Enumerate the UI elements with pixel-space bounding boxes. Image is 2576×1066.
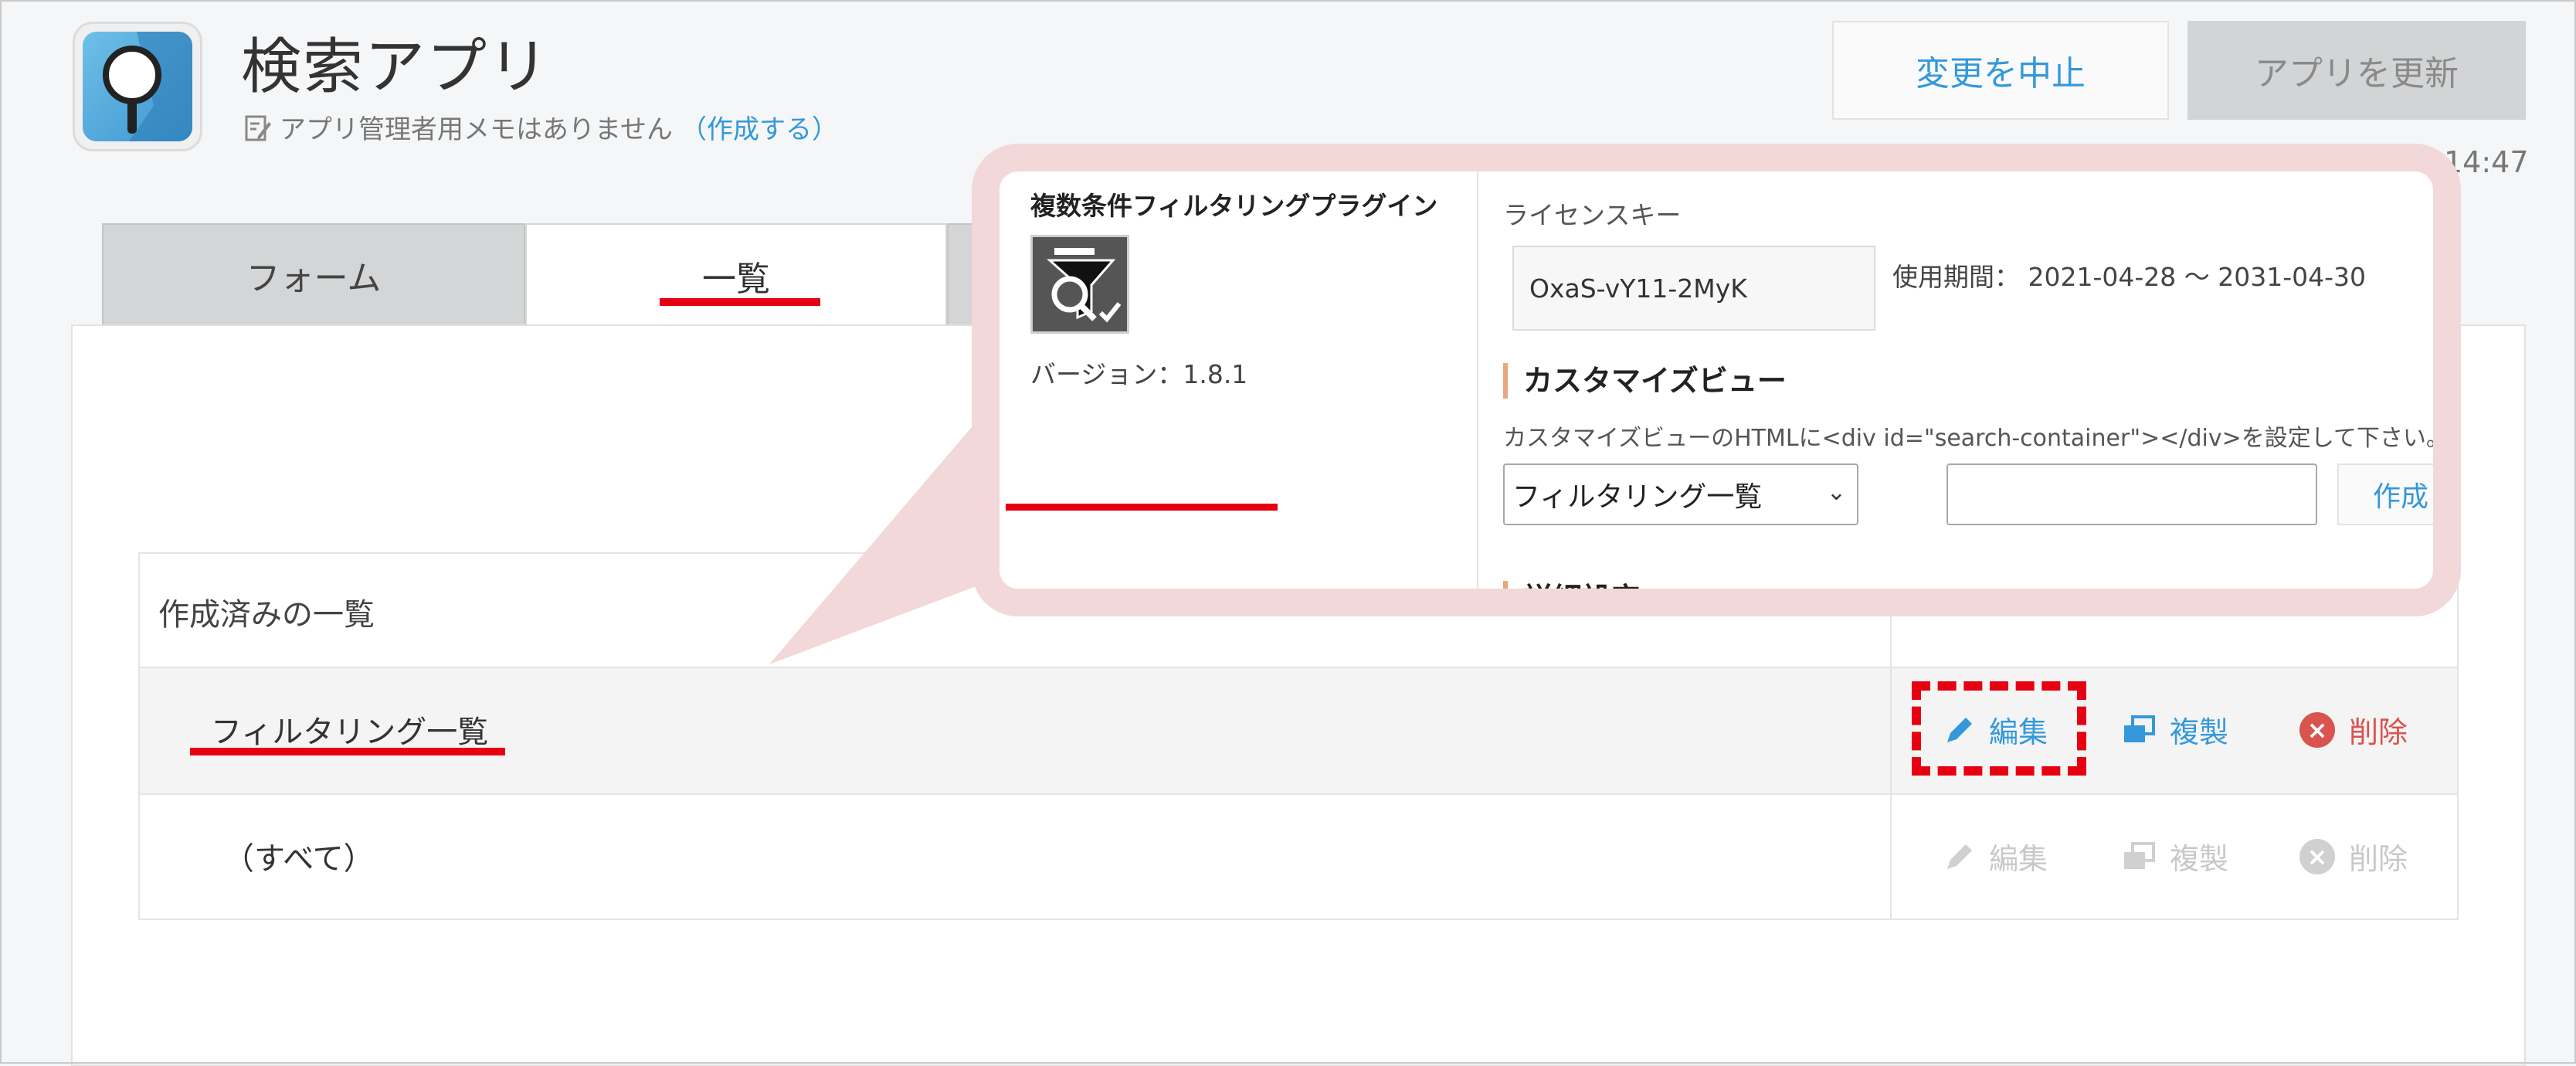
tab-form[interactable]: フォーム bbox=[102, 223, 525, 326]
view-select-value: フィルタリング一覧 bbox=[1512, 481, 1763, 513]
delete-button-disabled: × 削除 bbox=[2299, 835, 2408, 878]
plugin-name: 複数条件フィルタリングプラグイン bbox=[1030, 191, 1438, 221]
cancel-changes-button[interactable]: 変更を中止 bbox=[1832, 21, 2169, 120]
copy-button-disabled: 複製 bbox=[2122, 835, 2228, 878]
delete-label: 削除 bbox=[2349, 715, 2408, 749]
app-icon bbox=[73, 22, 202, 151]
delete-label: 削除 bbox=[2349, 842, 2408, 876]
license-key-field[interactable]: OxaS-vY11-2MyK bbox=[1512, 246, 1875, 331]
pencil-icon bbox=[1947, 844, 1972, 869]
copy-icon bbox=[2124, 841, 2155, 869]
copy-label: 複製 bbox=[2170, 842, 2229, 876]
view-name-input[interactable] bbox=[1946, 463, 2317, 525]
view-select[interactable]: フィルタリング一覧 ⌄ bbox=[1503, 463, 1858, 525]
copy-icon bbox=[2124, 715, 2155, 742]
copy-label: 複製 bbox=[2170, 715, 2229, 749]
magnifier-icon bbox=[103, 32, 192, 141]
table-row[interactable]: フィルタリング一覧 編集 複製 × 削除 bbox=[140, 668, 2457, 795]
custom-view-description: カスタマイズビューのHTMLに<div id="search-container… bbox=[1503, 425, 2449, 452]
view-name: フィルタリング一覧 bbox=[211, 715, 489, 750]
plugin-settings-callout: 複数条件フィルタリングプラグイン バージョン：1.8.1 ライセンスキー Oxa… bbox=[972, 144, 2461, 616]
table-row[interactable]: （すべて） 編集 複製 × 削除 bbox=[140, 795, 2457, 920]
license-key-label: ライセンスキー bbox=[1503, 200, 1682, 230]
memo-row: アプリ管理者用メモはありません （作成する） bbox=[244, 108, 838, 146]
delete-button[interactable]: × 削除 bbox=[2299, 708, 2408, 751]
update-app-button[interactable]: アプリを更新 bbox=[2187, 21, 2526, 120]
chevron-down-icon: ⌄ bbox=[1826, 479, 1846, 506]
detail-settings-section-title: 詳細設定 bbox=[1503, 581, 1641, 589]
annotation-dashed-box-edit bbox=[1912, 681, 2086, 776]
edit-label: 編集 bbox=[1989, 842, 2048, 876]
plugin-version: バージョン：1.8.1 bbox=[1030, 359, 1248, 389]
memo-edit-icon bbox=[245, 115, 271, 141]
memo-create-link[interactable]: （作成する） bbox=[680, 108, 838, 146]
annotation-underline-view bbox=[190, 748, 505, 755]
memo-text: アプリ管理者用メモはありません bbox=[280, 114, 673, 145]
annotation-underline-select bbox=[1006, 504, 1278, 511]
edit-button-disabled: 編集 bbox=[1944, 835, 2048, 878]
delete-icon: × bbox=[2299, 838, 2335, 874]
filter-plugin-icon bbox=[1030, 235, 1129, 334]
callout-divider bbox=[1477, 171, 1478, 589]
license-period: 使用期間： 2021-04-28 ～ 2031-04-30 bbox=[1892, 262, 2367, 292]
annotation-underline-tab bbox=[660, 298, 820, 306]
view-name: （すべて） bbox=[223, 841, 375, 877]
create-view-button[interactable]: 作成 bbox=[2337, 463, 2433, 525]
tab-views[interactable]: 一覧 bbox=[525, 223, 947, 326]
views-header-label: 作成済みの一覧 bbox=[158, 597, 375, 633]
copy-button[interactable]: 複製 bbox=[2122, 708, 2228, 751]
app-title: 検索アプリ bbox=[241, 32, 551, 102]
custom-view-section-title: カスタマイズビュー bbox=[1503, 363, 1787, 399]
delete-icon: × bbox=[2299, 711, 2335, 748]
